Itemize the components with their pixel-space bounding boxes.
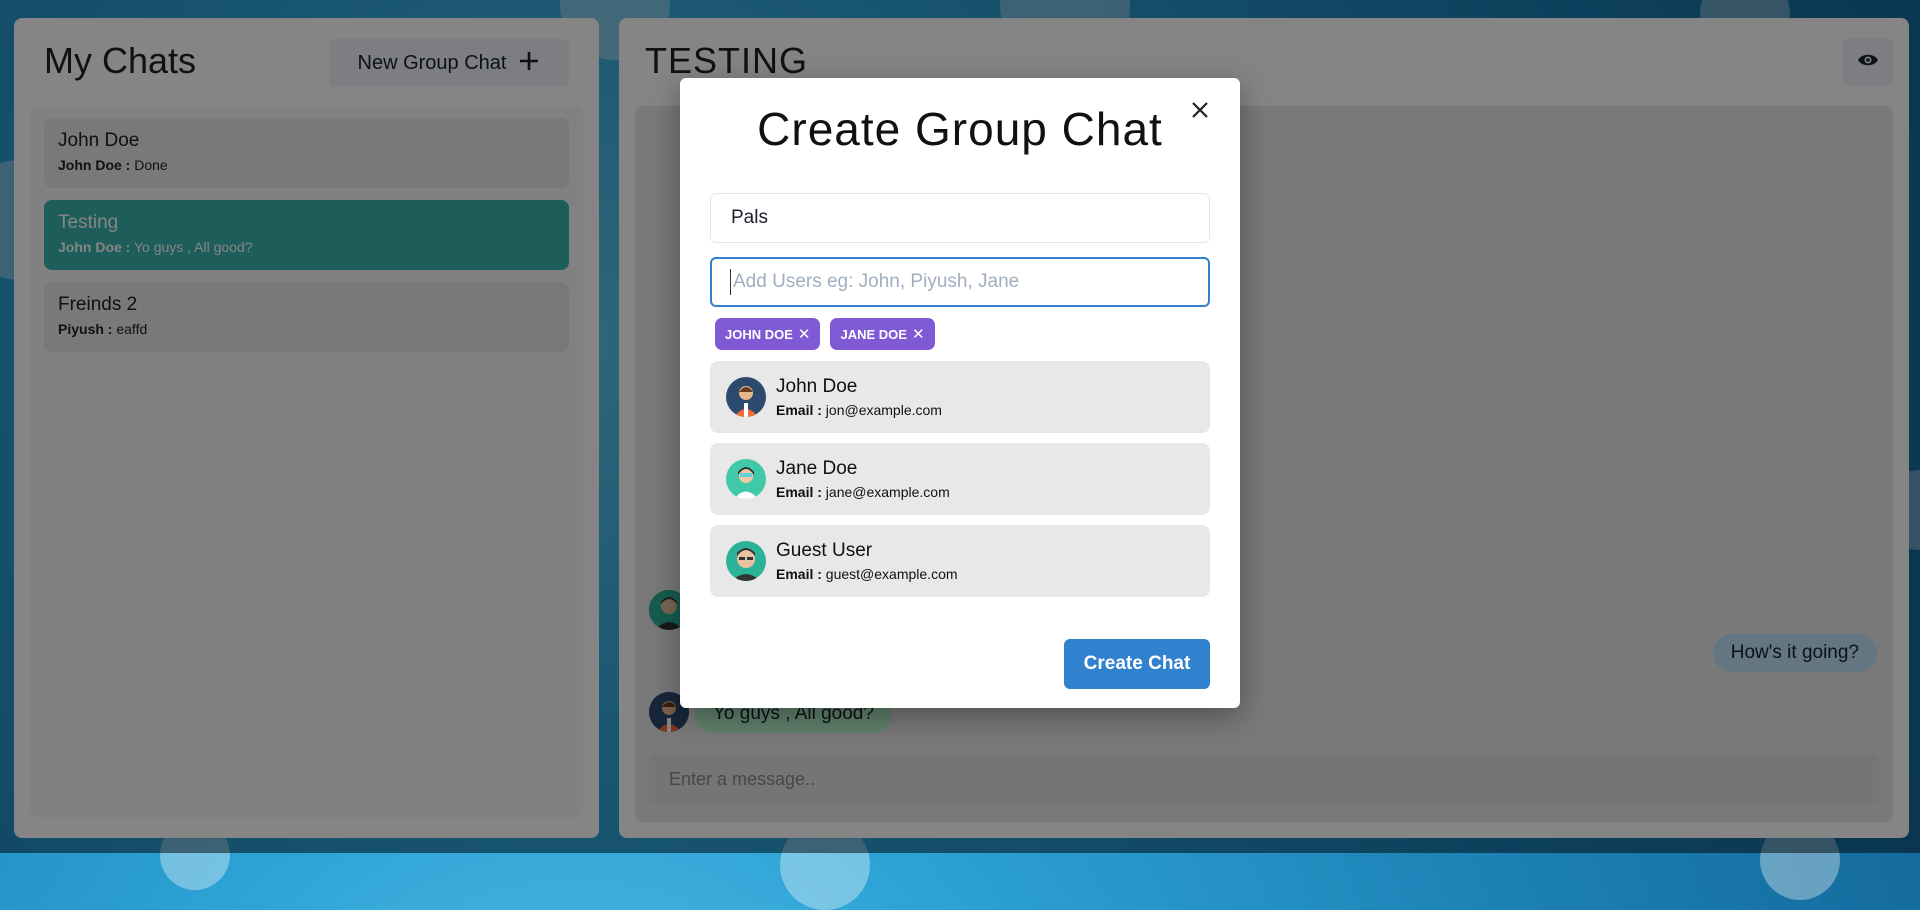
user-badge-john-doe[interactable]: JOHN DOE ✕ [715, 318, 821, 350]
selected-users: JOHN DOE ✕ JANE DOE ✕ [715, 318, 935, 350]
user-result-guest-user[interactable]: Guest User Email : guest@example.com [710, 525, 1210, 597]
user-result-john-doe[interactable]: John Doe Email : jon@example.com [710, 361, 1210, 433]
user-email: Email : jon@example.com [776, 402, 942, 418]
create-chat-button[interactable]: Create Chat [1064, 639, 1210, 689]
user-badge-label: JANE DOE [840, 326, 907, 342]
email-value: guest@example.com [825, 566, 958, 582]
add-users-input[interactable]: Add Users eg: John, Piyush, Jane [710, 257, 1210, 307]
close-icon [1191, 101, 1209, 123]
user-email: Email : jane@example.com [776, 484, 950, 500]
avatar [726, 541, 766, 581]
email-label: Email : [776, 484, 822, 500]
email-label: Email : [776, 402, 822, 418]
user-name: John Doe [776, 376, 858, 397]
text-caret [730, 269, 731, 295]
user-badge-label: JOHN DOE [725, 326, 793, 342]
close-icon[interactable]: ✕ [798, 325, 811, 343]
close-icon[interactable]: ✕ [912, 325, 925, 343]
add-users-placeholder: Add Users eg: John, Piyush, Jane [733, 271, 1020, 292]
modal-title: Create Group Chat [757, 103, 1163, 155]
user-result-jane-doe[interactable]: Jane Doe Email : jane@example.com [710, 443, 1210, 515]
user-name: Jane Doe [776, 458, 858, 479]
avatar [726, 377, 766, 417]
user-email: Email : guest@example.com [776, 566, 958, 582]
user-name: Guest User [776, 540, 873, 561]
chat-name-input[interactable]: Pals [710, 193, 1210, 243]
email-label: Email : [776, 566, 822, 582]
user-badge-jane-doe[interactable]: JANE DOE ✕ [830, 318, 935, 350]
email-value: jane@example.com [825, 484, 950, 500]
email-value: jon@example.com [825, 402, 942, 418]
create-group-chat-modal: Create Group Chat Pals Add Users eg: Joh… [680, 78, 1240, 708]
close-button[interactable] [1184, 96, 1216, 128]
avatar [726, 459, 766, 499]
